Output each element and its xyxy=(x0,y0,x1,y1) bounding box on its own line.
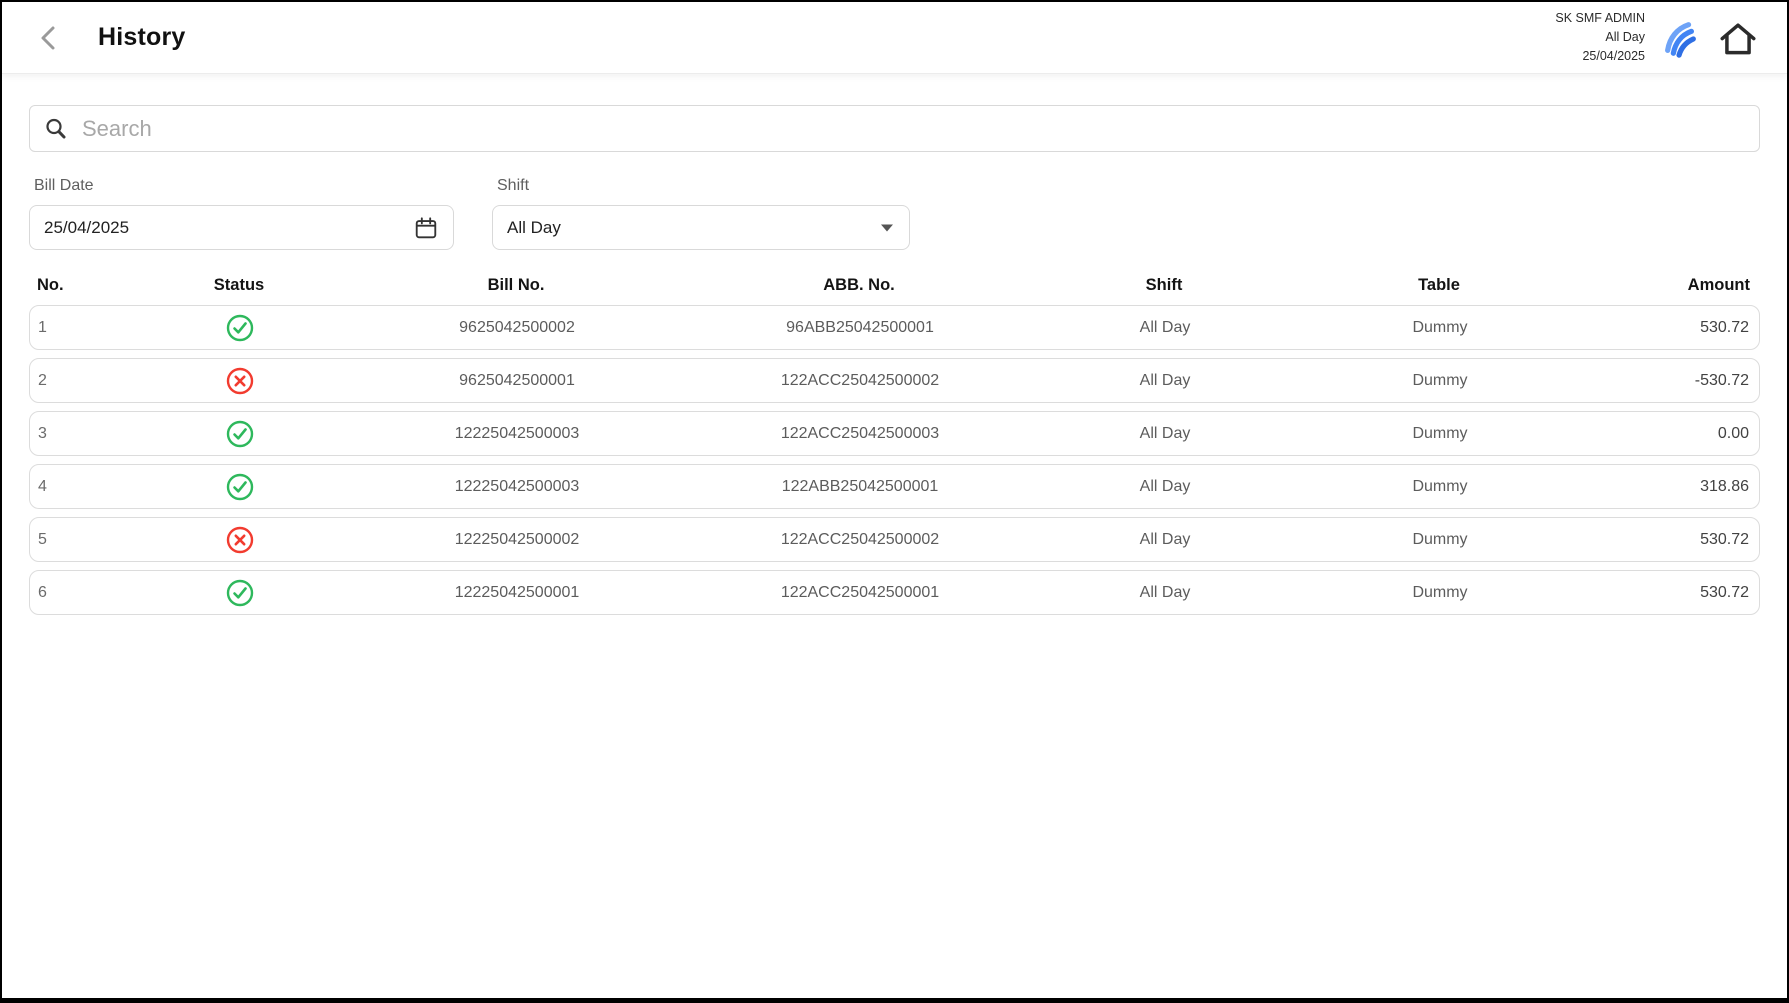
home-button[interactable] xyxy=(1715,16,1761,60)
row-shift: All Day xyxy=(1016,319,1314,337)
bottom-bar xyxy=(2,998,1787,1003)
row-no: 5 xyxy=(30,531,150,549)
table-row[interactable]: 2 9625042500001 122ACC25042500002 All Da… xyxy=(29,358,1760,403)
table-row[interactable]: 4 12225042500003 122ABB25042500001 All D… xyxy=(29,464,1760,509)
row-amount: -530.72 xyxy=(1566,372,1759,390)
app-header: History SK SMF ADMIN All Day 25/04/2025 xyxy=(2,2,1787,74)
row-bill-no: 12225042500003 xyxy=(330,425,704,443)
status-cancelled-icon xyxy=(226,526,254,554)
shift-value: All Day xyxy=(507,218,561,238)
session-info: SK SMF ADMIN All Day 25/04/2025 xyxy=(1555,9,1645,66)
shift-select[interactable]: All Day xyxy=(492,205,910,250)
session-shift: All Day xyxy=(1555,28,1645,47)
status-cell xyxy=(150,579,330,607)
col-abb-no: ABB. No. xyxy=(703,276,1015,295)
row-amount: 530.72 xyxy=(1566,584,1759,602)
chevron-left-icon xyxy=(34,22,64,54)
row-bill-no: 9625042500002 xyxy=(330,319,704,337)
col-table: Table xyxy=(1313,276,1565,295)
row-no: 6 xyxy=(30,584,150,602)
row-table: Dummy xyxy=(1314,531,1566,549)
status-cell xyxy=(150,473,330,501)
search-bar xyxy=(29,105,1760,152)
status-success-icon xyxy=(226,314,254,342)
filters: Bill Date 25/04/2025 Shift All Day xyxy=(29,177,1760,250)
row-amount: 318.86 xyxy=(1566,478,1759,496)
search-icon xyxy=(43,116,69,142)
brand-logo-icon xyxy=(1661,17,1699,59)
calendar-icon xyxy=(413,215,439,241)
main-content: Bill Date 25/04/2025 Shift All Day xyxy=(2,105,1787,615)
col-no: No. xyxy=(29,276,149,295)
row-table: Dummy xyxy=(1314,319,1566,337)
bill-list: 1 9625042500002 96ABB25042500001 All Day… xyxy=(29,305,1760,615)
row-shift: All Day xyxy=(1016,425,1314,443)
row-abb-no: 96ABB25042500001 xyxy=(704,319,1016,337)
bill-date-label: Bill Date xyxy=(34,177,454,195)
row-shift: All Day xyxy=(1016,372,1314,390)
status-success-icon xyxy=(226,473,254,501)
row-bill-no: 9625042500001 xyxy=(330,372,704,390)
page-title: History xyxy=(98,23,186,52)
row-abb-no: 122ACC25042500001 xyxy=(704,584,1016,602)
col-shift: Shift xyxy=(1015,276,1313,295)
table-row[interactable]: 3 12225042500003 122ACC25042500003 All D… xyxy=(29,411,1760,456)
row-bill-no: 12225042500002 xyxy=(330,531,704,549)
col-amount: Amount xyxy=(1565,276,1760,295)
row-shift: All Day xyxy=(1016,584,1314,602)
row-shift: All Day xyxy=(1016,478,1314,496)
status-cancelled-icon xyxy=(226,367,254,395)
status-success-icon xyxy=(226,420,254,448)
row-bill-no: 12225042500001 xyxy=(330,584,704,602)
row-no: 1 xyxy=(30,319,150,337)
table-row[interactable]: 5 12225042500002 122ACC25042500002 All D… xyxy=(29,517,1760,562)
chevron-down-icon xyxy=(879,222,895,234)
status-cell xyxy=(150,526,330,554)
back-button[interactable] xyxy=(30,18,68,58)
row-shift: All Day xyxy=(1016,531,1314,549)
home-icon xyxy=(1717,18,1759,58)
app-window: History SK SMF ADMIN All Day 25/04/2025 xyxy=(0,0,1789,1003)
row-amount: 530.72 xyxy=(1566,531,1759,549)
row-table: Dummy xyxy=(1314,584,1566,602)
col-bill-no: Bill No. xyxy=(329,276,703,295)
bill-date-value: 25/04/2025 xyxy=(44,218,129,238)
row-abb-no: 122ABB25042500001 xyxy=(704,478,1016,496)
table-row[interactable]: 6 12225042500001 122ACC25042500001 All D… xyxy=(29,570,1760,615)
row-bill-no: 12225042500003 xyxy=(330,478,704,496)
row-no: 2 xyxy=(30,372,150,390)
row-abb-no: 122ACC25042500002 xyxy=(704,372,1016,390)
row-abb-no: 122ACC25042500003 xyxy=(704,425,1016,443)
status-cell xyxy=(150,420,330,448)
row-table: Dummy xyxy=(1314,478,1566,496)
session-date: 25/04/2025 xyxy=(1555,47,1645,66)
shift-label: Shift xyxy=(497,177,910,195)
row-no: 3 xyxy=(30,425,150,443)
row-abb-no: 122ACC25042500002 xyxy=(704,531,1016,549)
col-status: Status xyxy=(149,276,329,295)
row-table: Dummy xyxy=(1314,425,1566,443)
status-success-icon xyxy=(226,579,254,607)
row-amount: 0.00 xyxy=(1566,425,1759,443)
status-cell xyxy=(150,314,330,342)
row-amount: 530.72 xyxy=(1566,319,1759,337)
row-no: 4 xyxy=(30,478,150,496)
status-cell xyxy=(150,367,330,395)
session-user: SK SMF ADMIN xyxy=(1555,9,1645,28)
table-row[interactable]: 1 9625042500002 96ABB25042500001 All Day… xyxy=(29,305,1760,350)
row-table: Dummy xyxy=(1314,372,1566,390)
table-header: No. Status Bill No. ABB. No. Shift Table… xyxy=(29,270,1760,305)
bill-date-field[interactable]: 25/04/2025 xyxy=(29,205,454,250)
search-input[interactable] xyxy=(82,116,1746,142)
